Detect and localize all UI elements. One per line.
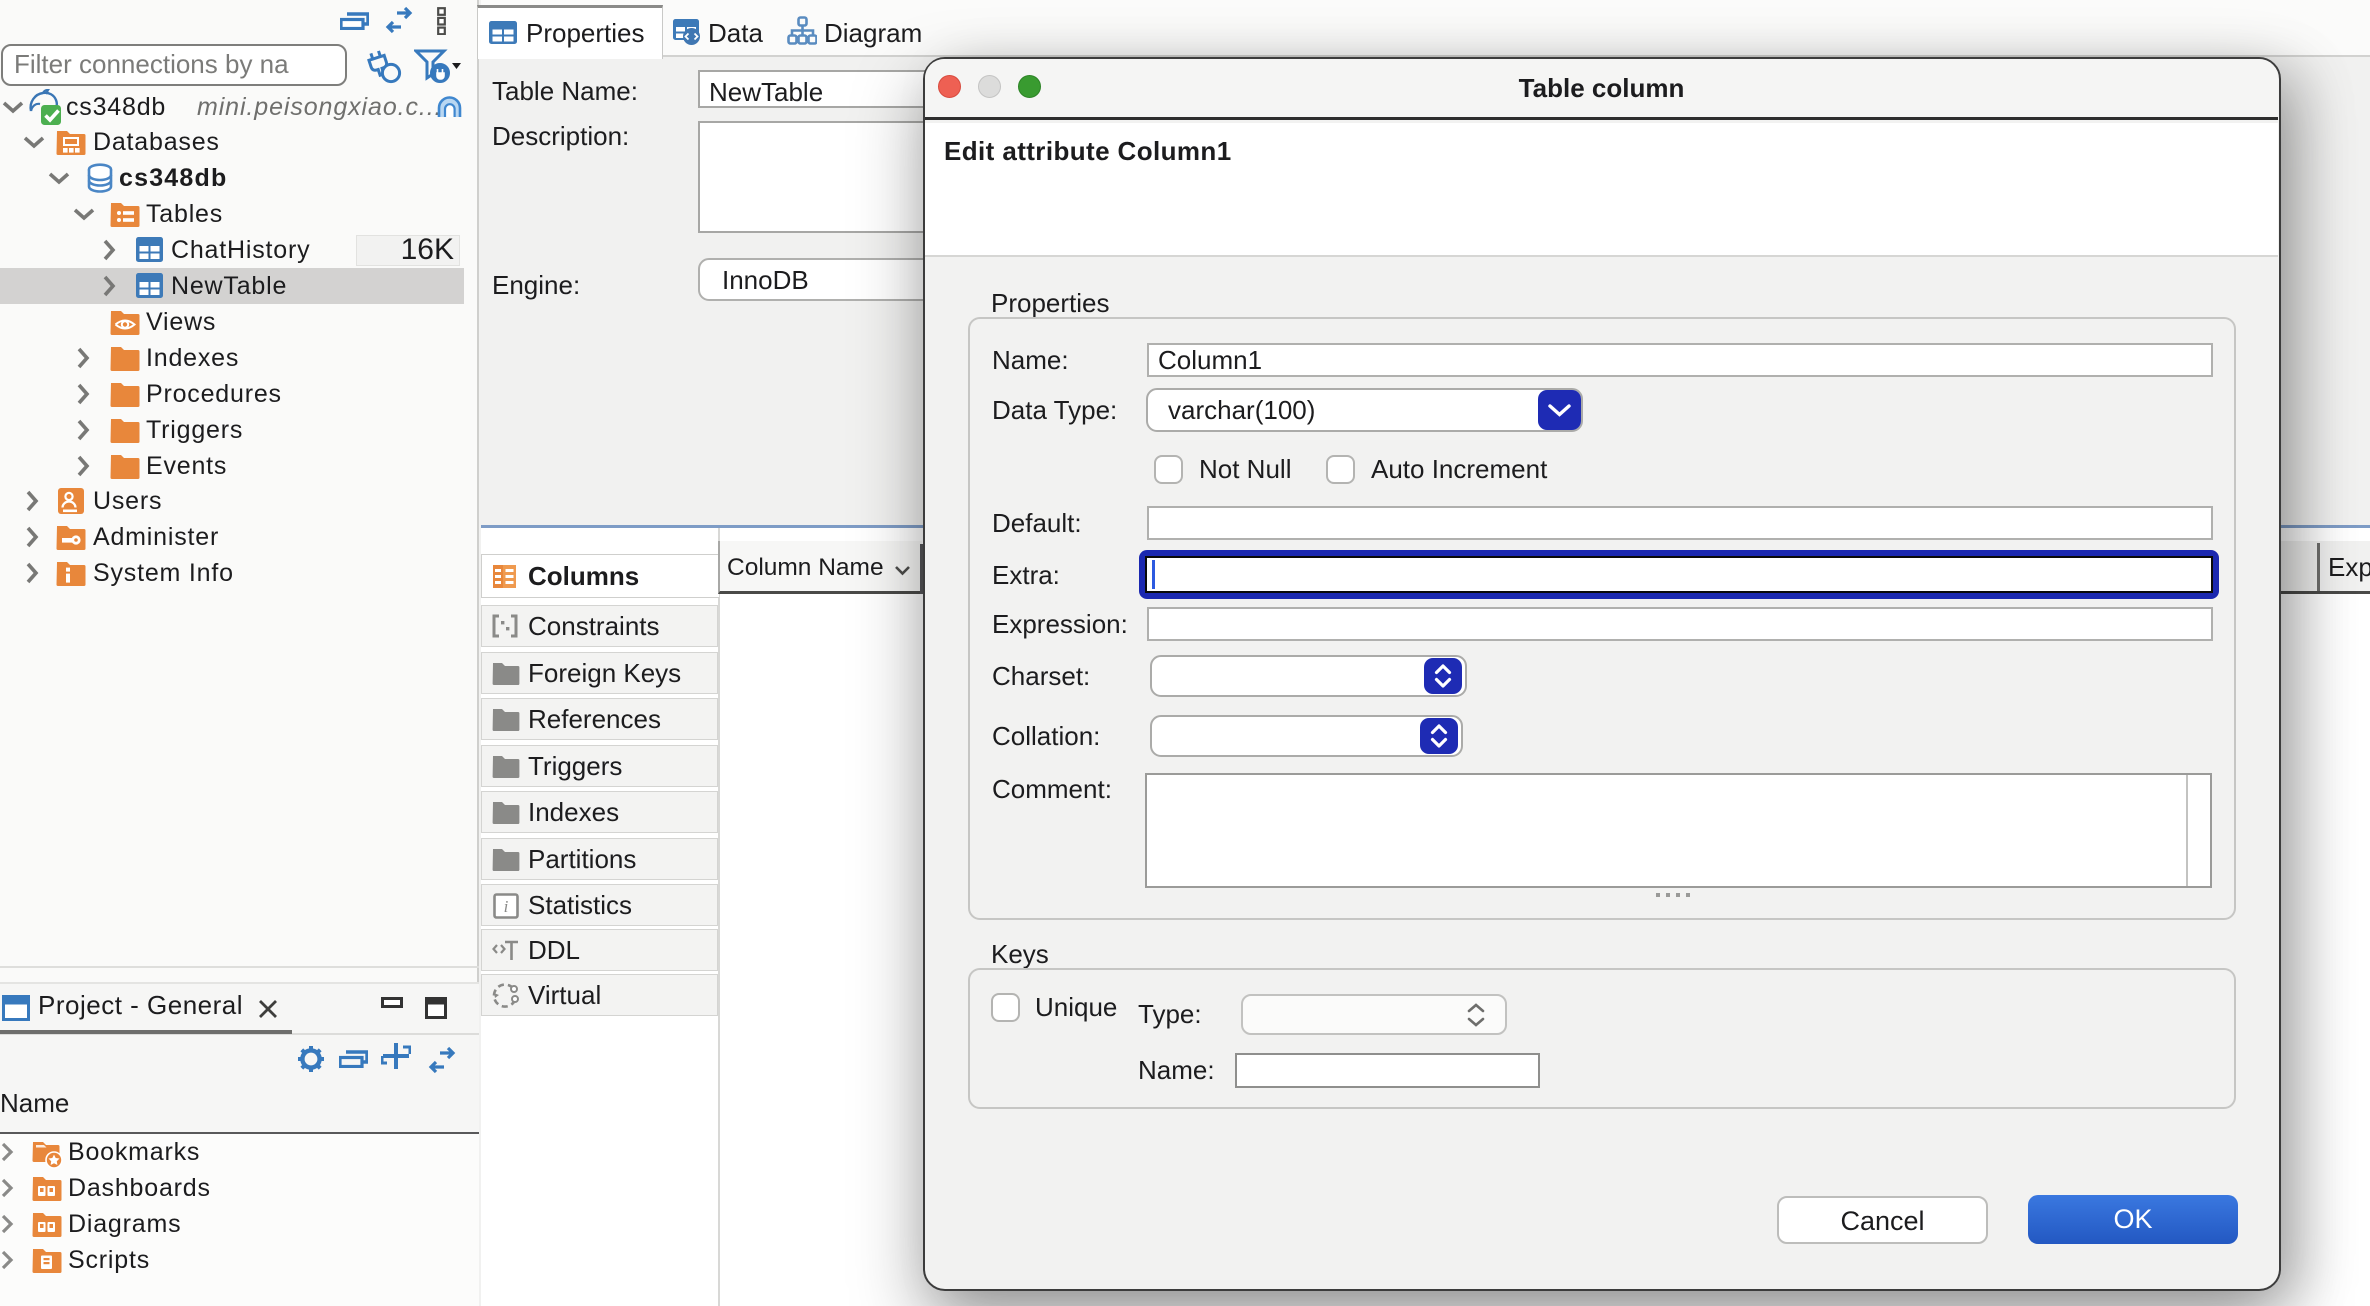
svg-text:i: i — [504, 897, 509, 916]
